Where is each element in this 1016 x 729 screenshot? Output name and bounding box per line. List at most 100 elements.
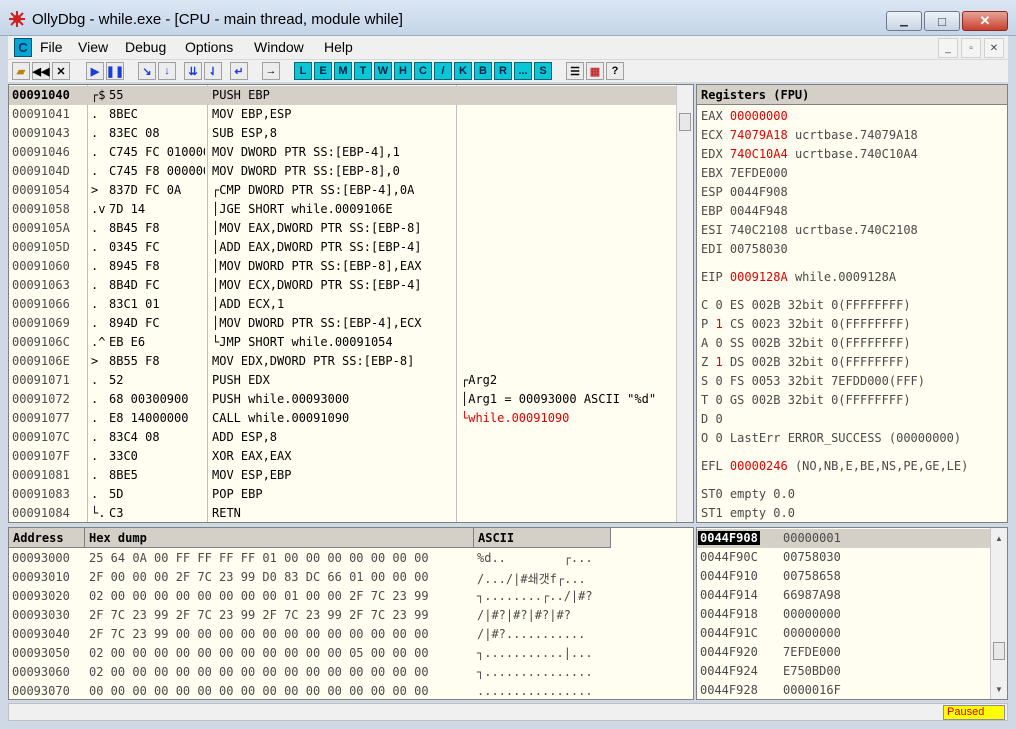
- register-row[interactable]: EBP 0044F948: [701, 204, 795, 223]
- dump-row[interactable]: 00093070 00 00 00 00 00 00 00 00 00 00 00…: [9, 682, 677, 699]
- toolbar-log-button[interactable]: L: [294, 62, 312, 80]
- stack-row[interactable]: 0044F91C 00000000: [697, 624, 990, 643]
- disassembly-row[interactable]: 00091058 .v 7D 14 │JGE SHORT while.0009106E: [9, 200, 677, 219]
- open-icon[interactable]: ▰: [12, 62, 30, 80]
- pause-icon[interactable]: ❚❚: [106, 62, 124, 80]
- stack-pane[interactable]: 0044F908 00000001 0044F90C 00758030 0044F910…: [696, 527, 1008, 700]
- toolbar-patches-button[interactable]: /: [434, 62, 452, 80]
- disassembly-row[interactable]: 00091041. 8BEC MOV EBP,ESP: [9, 105, 677, 124]
- stack-row[interactable]: 0044F914 66987A98: [697, 586, 990, 605]
- disassembly-row[interactable]: 00091043. 83EC 08 SUB ESP,8: [9, 124, 677, 143]
- dump-row[interactable]: 00093010 2F 00 00 00 2F 7C 23 99 D0 83 DC…: [9, 568, 677, 587]
- dump-row[interactable]: 00093020 02 00 00 00 00 00 00 00 00 01 00…: [9, 587, 677, 606]
- register-row[interactable]: ST1 empty 0.0: [701, 506, 795, 522]
- register-row[interactable]: EAX 00000000: [701, 109, 795, 128]
- register-row[interactable]: ESI 740C2108 ucrtbase.740C2108: [701, 223, 918, 242]
- stack-row[interactable]: 0044F920 7EFDE000: [697, 643, 990, 662]
- disassembly-scrollbar[interactable]: [676, 85, 693, 522]
- run-icon[interactable]: ▶: [86, 62, 104, 80]
- toolbar-memory-button[interactable]: M: [334, 62, 352, 80]
- mdi-restore-button[interactable]: ▫: [961, 38, 981, 58]
- disassembly-row[interactable]: 00091081. 8BE5 MOV ESP,EBP: [9, 466, 677, 485]
- toolbar-modules-button[interactable]: E: [314, 62, 332, 80]
- disassembly-row[interactable]: 00091040 ┌$ 55 PUSH EBP: [9, 86, 677, 105]
- dump-row[interactable]: 00093060 02 00 00 00 00 00 00 00 00 00 00…: [9, 663, 677, 682]
- register-row[interactable]: EBX 7EFDE000: [701, 166, 795, 185]
- register-row[interactable]: S 0 FS 0053 32bit 7EFDD000(FFF): [701, 374, 925, 393]
- register-row[interactable]: O 0 LastErr ERROR_SUCCESS (00000000): [701, 431, 961, 450]
- menu-view[interactable]: View: [78, 39, 108, 55]
- toolbar-source-button[interactable]: S: [534, 62, 552, 80]
- stack-row[interactable]: 0044F908 00000001: [697, 529, 990, 548]
- toolbar-threads-button[interactable]: T: [354, 62, 372, 80]
- cpu-window-icon[interactable]: C: [14, 38, 32, 57]
- close-debuggee-icon[interactable]: ✕: [52, 62, 70, 80]
- stack-scroll-down-icon[interactable]: ▼: [991, 681, 1007, 697]
- disassembly-row[interactable]: 0009107F. 33C0 XOR EAX,EAX: [9, 447, 677, 466]
- register-row[interactable]: P 1 CS 0023 32bit 0(FFFFFFFF): [701, 317, 911, 336]
- mdi-minimize-button[interactable]: _: [938, 38, 958, 58]
- go-to-icon[interactable]: →: [262, 62, 280, 80]
- step-over-icon[interactable]: ↓: [158, 62, 176, 80]
- disassembly-row[interactable]: 00091054 >837D FC 0A ┌CMP DWORD PTR SS:[EB…: [9, 181, 677, 200]
- register-row[interactable]: ST0 empty 0.0: [701, 487, 795, 506]
- list-icon[interactable]: ☰: [566, 62, 584, 80]
- disassembly-row[interactable]: 0009106E >8B55 F8 MOV EDX,DWORD PTR SS:[EB…: [9, 352, 677, 371]
- mdi-close-button[interactable]: ✕: [984, 38, 1004, 58]
- register-row[interactable]: EDI 00758030: [701, 242, 795, 261]
- stack-scroll-up-icon[interactable]: ▲: [991, 530, 1007, 546]
- appearance-grid-icon[interactable]: ▦: [586, 62, 604, 80]
- trace-over-icon[interactable]: ⇃: [204, 62, 222, 80]
- disassembly-row[interactable]: 00091046. C745 FC 01000000 MOV DWORD PTR S…: [9, 143, 677, 162]
- menu-debug[interactable]: Debug: [125, 39, 166, 55]
- memory-dump-pane[interactable]: Address Hex dump ASCII 00093000 25 64 0A …: [8, 527, 694, 700]
- dump-hex-header[interactable]: Hex dump: [85, 528, 474, 548]
- disassembly-row[interactable]: 00091072. 68 00300900 PUSH while.00093000 │…: [9, 390, 677, 409]
- maximize-button[interactable]: □: [924, 11, 960, 31]
- step-into-icon[interactable]: ↘: [138, 62, 156, 80]
- disassembly-row[interactable]: 00091069. 894D FC │MOV DWORD PTR SS:[EBP-4…: [9, 314, 677, 333]
- disassembly-scroll-thumb[interactable]: [679, 113, 691, 131]
- restart-icon[interactable]: ◀◀: [32, 62, 50, 80]
- disassembly-row[interactable]: 0009105D. 0345 FC │ADD EAX,DWORD PTR SS:[E…: [9, 238, 677, 257]
- disassembly-row[interactable]: 00091063. 8B4D FC │MOV ECX,DWORD PTR SS:[E…: [9, 276, 677, 295]
- register-row[interactable]: ECX 74079A18 ucrtbase.74079A18: [701, 128, 918, 147]
- register-row[interactable]: ESP 0044F908: [701, 185, 795, 204]
- disassembly-row[interactable]: 00091083. 5D POP EBP: [9, 485, 677, 504]
- disassembly-row[interactable]: 0009105A. 8B45 F8 │MOV EAX,DWORD PTR SS:[E…: [9, 219, 677, 238]
- toolbar-breakpoints-button[interactable]: B: [474, 62, 492, 80]
- stack-row[interactable]: 0044F910 00758658: [697, 567, 990, 586]
- disassembly-row[interactable]: 00091077. E8 14000000 CALL while.00091090 └…: [9, 409, 677, 428]
- disassembly-row[interactable]: 00091084 └. C3 RETN: [9, 504, 677, 522]
- disassembly-row[interactable]: 0009107C. 83C4 08 ADD ESP,8: [9, 428, 677, 447]
- stack-scrollbar[interactable]: ▲ ▼: [990, 528, 1007, 699]
- stack-row[interactable]: 0044F918 00000000: [697, 605, 990, 624]
- registers-header[interactable]: Registers (FPU): [697, 85, 1007, 105]
- disassembly-pane[interactable]: 00091040 ┌$ 55 PUSH EBP 00091041. 8BEC MOV EBP…: [8, 84, 694, 523]
- toolbar-run-trace-button[interactable]: ...: [514, 62, 532, 80]
- trace-into-icon[interactable]: ⇊: [184, 62, 202, 80]
- menu-window[interactable]: Window: [254, 39, 304, 55]
- help-icon[interactable]: ?: [606, 62, 624, 80]
- toolbar-references-button[interactable]: R: [494, 62, 512, 80]
- menu-file[interactable]: File: [40, 39, 63, 55]
- toolbar-windows-button[interactable]: W: [374, 62, 392, 80]
- register-row[interactable]: Z 1 DS 002B 32bit 0(FFFFFFFF): [701, 355, 911, 374]
- execute-till-return-icon[interactable]: ↵: [230, 62, 248, 80]
- registers-pane[interactable]: Registers (FPU) EAX 00000000 ECX 74079A1…: [696, 84, 1008, 523]
- dump-row[interactable]: 00093030 2F 7C 23 99 2F 7C 23 99 2F 7C 23…: [9, 606, 677, 625]
- toolbar-cpu-button[interactable]: C: [414, 62, 432, 80]
- toolbar-handles-button[interactable]: H: [394, 62, 412, 80]
- register-row[interactable]: C 0 ES 002B 32bit 0(FFFFFFFF): [701, 298, 911, 317]
- close-button[interactable]: ✕: [962, 11, 1008, 31]
- stack-row[interactable]: 0044F924 E750BD00: [697, 662, 990, 681]
- menu-help[interactable]: Help: [324, 39, 353, 55]
- register-row[interactable]: EFL 00000246 (NO,NB,E,BE,NS,PE,GE,LE): [701, 459, 968, 478]
- dump-address-header[interactable]: Address: [9, 528, 85, 548]
- disassembly-row[interactable]: 00091066. 83C1 01 │ADD ECX,1: [9, 295, 677, 314]
- dump-row[interactable]: 00093040 2F 7C 23 99 00 00 00 00 00 00 00…: [9, 625, 677, 644]
- register-row[interactable]: D 0: [701, 412, 730, 431]
- disassembly-row[interactable]: 00091071. 52 PUSH EDX ┌Arg2: [9, 371, 677, 390]
- register-row[interactable]: EIP 0009128A while.0009128A: [701, 270, 896, 289]
- minimize-button[interactable]: ▁: [886, 11, 922, 31]
